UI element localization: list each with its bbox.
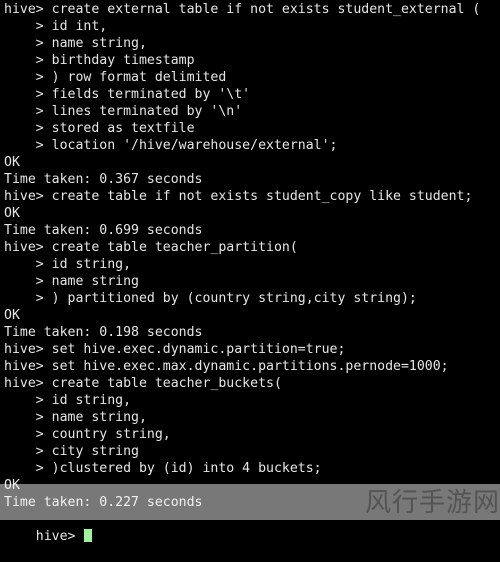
terminal-prompt: hive> [35, 529, 84, 544]
terminal-line: OK [4, 154, 500, 171]
terminal-line-text: > country string, [4, 427, 171, 442]
terminal-line-text: > birthday timestamp [4, 53, 195, 68]
terminal-line-text: > name string, [4, 410, 147, 425]
terminal-line: > )clustered by (id) into 4 buckets; [4, 460, 500, 477]
terminal-line-text: > lines terminated by '\n' [4, 104, 243, 119]
terminal-line: hive> set hive.exec.max.dynamic.partitio… [4, 358, 500, 375]
terminal-line: > name string, [4, 409, 500, 426]
terminal-output: hive> create external table if not exist… [4, 1, 500, 511]
terminal-line: hive> create table teacher_buckets( [4, 375, 500, 392]
terminal-line-text: OK [4, 206, 20, 221]
terminal-line-text: OK [4, 308, 20, 323]
terminal-line-text: Time taken: 0.198 seconds [4, 325, 203, 340]
terminal-line-text: hive> create table teacher_buckets( [4, 376, 282, 391]
terminal-line: > country string, [4, 426, 500, 443]
terminal-line-text: hive> create external table if not exist… [4, 2, 481, 17]
terminal-line-text: > fields terminated by '\t' [4, 87, 251, 102]
terminal-line-text: > id int, [4, 19, 108, 34]
terminal-line: > stored as textfile [4, 120, 500, 137]
terminal-line-text: Time taken: 0.227 seconds [4, 495, 203, 510]
terminal-line: > city string [4, 443, 500, 460]
terminal-line-text: > city string [4, 444, 139, 459]
terminal-line-text: > name string, [4, 36, 147, 51]
terminal-line: > fields terminated by '\t' [4, 86, 500, 103]
terminal-line: > id string, [4, 392, 500, 409]
terminal-line: OK [4, 307, 500, 324]
terminal-window[interactable]: hive> create external table if not exist… [0, 0, 500, 544]
terminal-line-text: hive> set hive.exec.dynamic.partition=tr… [4, 342, 346, 357]
terminal-line-text: > )clustered by (id) into 4 buckets; [4, 461, 322, 476]
terminal-line: OK [4, 205, 500, 222]
terminal-line-text: > name string [4, 274, 139, 289]
terminal-line: hive> create table if not exists student… [4, 188, 500, 205]
terminal-line: > ) partitioned by (country string,city … [4, 290, 500, 307]
terminal-line: OK [4, 477, 500, 494]
terminal-line: > birthday timestamp [4, 52, 500, 69]
terminal-line: > location '/hive/warehouse/external'; [4, 137, 500, 154]
terminal-line-text: hive> create table teacher_partition( [4, 240, 298, 255]
terminal-line: > name string, [4, 35, 500, 52]
terminal-line-text: > ) row format delimited [4, 70, 227, 85]
terminal-line: > ) row format delimited [4, 69, 500, 86]
terminal-line-text: > id string, [4, 393, 132, 408]
terminal-line-text: > location '/hive/warehouse/external'; [4, 138, 338, 153]
terminal-line: Time taken: 0.198 seconds [4, 324, 500, 341]
terminal-line-text: hive> create table if not exists student… [4, 189, 473, 204]
terminal-line-text: > stored as textfile [4, 121, 195, 136]
terminal-line: hive> set hive.exec.dynamic.partition=tr… [4, 341, 500, 358]
terminal-line-text: > id string, [4, 257, 132, 272]
terminal-line: Time taken: 0.699 seconds [4, 222, 500, 239]
terminal-line-text: Time taken: 0.367 seconds [4, 172, 203, 187]
terminal-line-text: > ) partitioned by (country string,city … [4, 291, 417, 306]
terminal-line: > id int, [4, 18, 500, 35]
terminal-line: hive> create table teacher_partition( [4, 239, 500, 256]
terminal-line: Time taken: 0.227 seconds [4, 494, 500, 511]
terminal-line-text: Time taken: 0.699 seconds [4, 223, 203, 238]
terminal-line: hive> create external table if not exist… [4, 1, 500, 18]
text-cursor [84, 529, 93, 542]
terminal-line-text: hive> set hive.exec.max.dynamic.partitio… [4, 359, 449, 374]
terminal-line-text: OK [4, 155, 20, 170]
terminal-line: > name string [4, 273, 500, 290]
terminal-line-text: OK [4, 478, 20, 493]
terminal-line: > id string, [4, 256, 500, 273]
terminal-line: Time taken: 0.367 seconds [4, 171, 500, 188]
terminal-line: > lines terminated by '\n' [4, 103, 500, 120]
